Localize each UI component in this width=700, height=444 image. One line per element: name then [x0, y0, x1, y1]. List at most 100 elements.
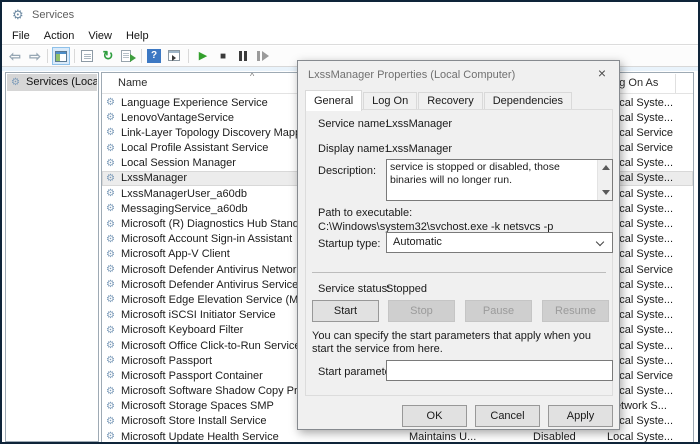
export-list-button[interactable]: [119, 47, 137, 65]
start-parameters-input[interactable]: [386, 360, 613, 381]
back-button[interactable]: ⇦: [6, 47, 24, 65]
sort-ascending-icon: ^: [250, 72, 254, 81]
stop-service-button[interactable]: ■: [214, 47, 232, 65]
restart-service-button[interactable]: [254, 47, 272, 65]
console-tree-panel: ⚙ Services (Local): [5, 72, 99, 442]
pause-service-icon: [238, 50, 248, 62]
service-gear-icon: ⚙: [106, 400, 115, 413]
service-gear-icon: ⚙: [106, 172, 115, 185]
close-icon[interactable]: ×: [585, 61, 619, 85]
service-gear-icon: ⚙: [106, 218, 115, 231]
column-header-name[interactable]: Name: [118, 77, 147, 89]
description-scrollbar[interactable]: [597, 160, 612, 200]
services-window: ⚙ Services FileActionViewHelp ⇦ ⇨ ↻ ? ▶ …: [0, 0, 700, 444]
display-name-value: LxssManager: [386, 143, 452, 155]
service-gear-icon: ⚙: [106, 293, 115, 306]
standard-view-icon: [168, 50, 180, 61]
toolbar-separator: [74, 49, 75, 63]
startup-type-value: Automatic: [393, 236, 442, 248]
service-gear-icon: ⚙: [106, 369, 115, 382]
cancel-button[interactable]: Cancel: [475, 405, 540, 427]
title-bar: ⚙ Services: [2, 2, 698, 28]
tab-recovery[interactable]: Recovery: [418, 92, 482, 110]
start-service-button[interactable]: ▶: [194, 47, 212, 65]
service-gear-icon: ⚙: [106, 248, 115, 261]
service-gear-icon: ⚙: [106, 96, 115, 109]
path-to-executable-label: Path to executable:: [318, 207, 412, 219]
menu-view[interactable]: View: [81, 28, 119, 44]
service-name-value: LxssManager: [386, 118, 452, 130]
scroll-up-icon[interactable]: [602, 165, 610, 170]
description-box[interactable]: service is stopped or disabled, those bi…: [386, 159, 613, 201]
start-button[interactable]: Start: [312, 300, 379, 322]
restart-service-icon: [257, 50, 269, 62]
scroll-down-icon[interactable]: [602, 190, 610, 195]
menu-file[interactable]: File: [5, 28, 37, 44]
service-status-value: Stopped: [386, 283, 427, 295]
toolbar-separator: [47, 49, 48, 63]
tab-log-on[interactable]: Log On: [363, 92, 417, 110]
show-console-tree-button[interactable]: [52, 47, 70, 65]
menu-bar: FileActionViewHelp: [2, 28, 698, 45]
services-app-icon: ⚙: [12, 7, 24, 23]
toolbar-separator: [188, 49, 189, 63]
menu-action[interactable]: Action: [37, 28, 82, 44]
services-gear-icon: ⚙: [11, 74, 20, 91]
service-gear-icon: ⚙: [106, 187, 115, 200]
help-icon: ?: [147, 49, 161, 63]
service-row[interactable]: ⚙Microsoft Update Health ServiceMaintain…: [102, 429, 693, 444]
tab-general[interactable]: General: [305, 90, 362, 111]
toolbar-separator: [141, 49, 142, 63]
standard-view-button[interactable]: [166, 47, 184, 65]
service-gear-icon: ⚙: [106, 385, 115, 398]
service-gear-icon: ⚙: [106, 309, 115, 322]
sidebar-item-label: Services (Local): [26, 76, 97, 88]
service-gear-icon: ⚙: [106, 202, 115, 215]
service-gear-icon: ⚙: [106, 263, 115, 276]
service-status-label: Service status:: [318, 283, 390, 295]
help-button[interactable]: ?: [146, 47, 164, 65]
stop-button: Stop: [388, 300, 455, 322]
service-gear-icon: ⚙: [106, 233, 115, 246]
refresh-icon: ↻: [103, 48, 114, 63]
properties-button[interactable]: [79, 47, 97, 65]
column-divider: [675, 74, 676, 93]
separator-line: [312, 272, 606, 273]
tab-dependencies[interactable]: Dependencies: [484, 92, 572, 110]
start-service-icon: ▶: [199, 50, 207, 62]
stop-service-icon: ■: [220, 51, 226, 62]
resume-button: Resume: [542, 300, 609, 322]
dialog-tabs: GeneralLog OnRecoveryDependencies: [305, 90, 573, 110]
startup-type-label: Startup type:: [318, 238, 380, 250]
service-gear-icon: ⚙: [106, 111, 115, 124]
properties-icon: [81, 50, 93, 62]
pause-service-button[interactable]: [234, 47, 252, 65]
menu-help[interactable]: Help: [119, 28, 156, 44]
service-gear-icon: ⚙: [106, 157, 115, 170]
description-label: Description:: [318, 165, 376, 177]
description-text: service is stopped or disabled, those bi…: [387, 160, 596, 200]
chevron-down-icon: [596, 238, 604, 246]
console-tree-icon: [55, 51, 67, 62]
service-gear-icon: ⚙: [106, 354, 115, 367]
service-gear-icon: ⚙: [106, 430, 115, 443]
back-icon: ⇦: [9, 48, 21, 64]
ok-button[interactable]: OK: [402, 405, 467, 427]
apply-button[interactable]: Apply: [548, 405, 613, 427]
service-gear-icon: ⚙: [106, 415, 115, 428]
start-parameters-note: You can specify the start parameters tha…: [312, 330, 612, 356]
startup-type-dropdown[interactable]: Automatic: [386, 232, 613, 253]
forward-button[interactable]: ⇨: [26, 47, 44, 65]
forward-icon: ⇨: [29, 48, 41, 64]
service-gear-icon: ⚙: [106, 278, 115, 291]
refresh-button[interactable]: ↻: [99, 47, 117, 65]
dialog-title: LxssManager Properties (Local Computer): [308, 69, 515, 81]
service-gear-icon: ⚙: [106, 324, 115, 337]
service-gear-icon: ⚙: [106, 339, 115, 352]
display-name-label: Display name:: [318, 143, 388, 155]
sidebar-item-services-local[interactable]: ⚙ Services (Local): [7, 74, 97, 91]
service-gear-icon: ⚙: [106, 142, 115, 155]
lxssmanager-properties-dialog: LxssManager Properties (Local Computer) …: [297, 60, 620, 430]
service-gear-icon: ⚙: [106, 126, 115, 139]
window-title: Services: [32, 9, 74, 21]
